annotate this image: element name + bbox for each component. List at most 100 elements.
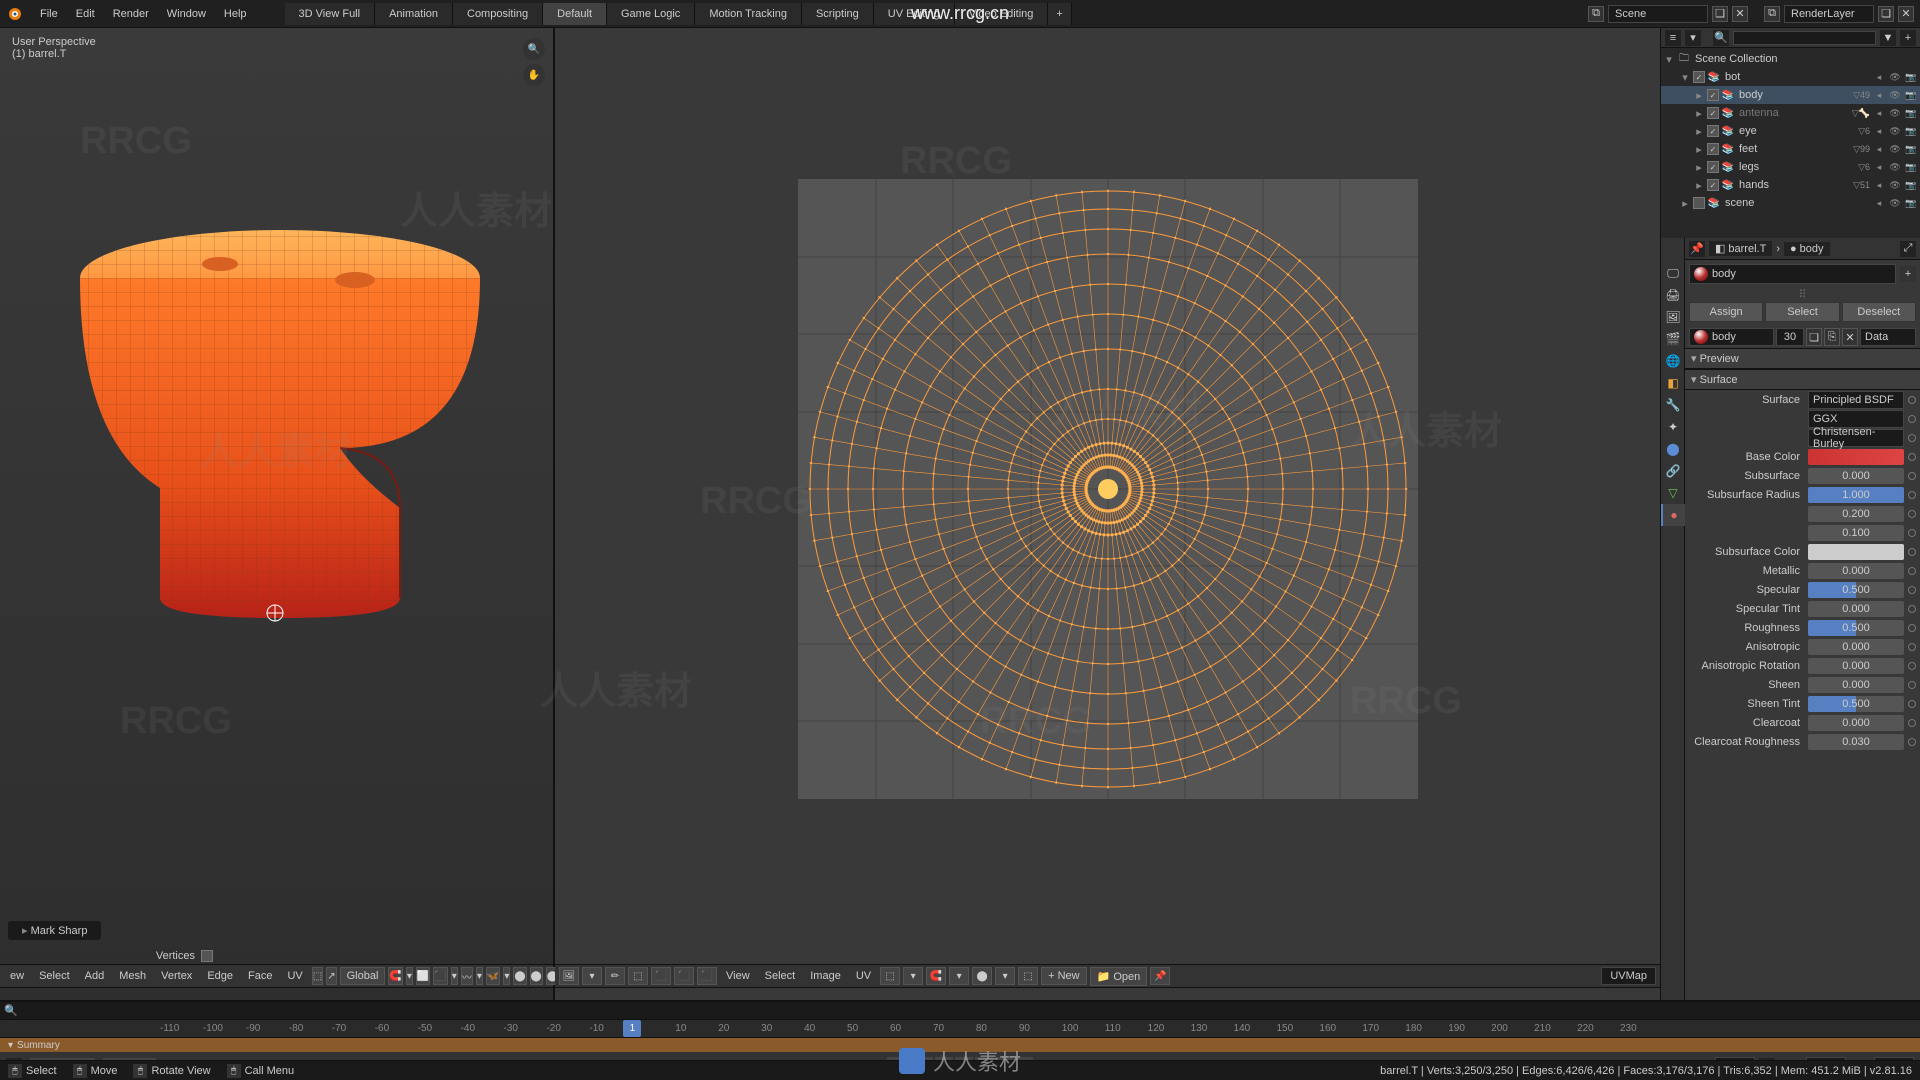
prop-field[interactable]: 0.030 [1808, 734, 1904, 750]
uv-tool2-icon-1[interactable]: ▾ [903, 967, 923, 985]
breadcrumb-material[interactable]: ● body [1784, 242, 1830, 256]
menu-edit[interactable]: Edit [68, 4, 103, 24]
prop-field[interactable]: 1.000 [1808, 487, 1904, 503]
breadcrumb-pin-icon[interactable]: 📌 [1689, 241, 1705, 257]
prop-field[interactable]: 0.000 [1808, 601, 1904, 617]
node-socket-icon[interactable] [1908, 510, 1916, 518]
outliner-filter-icon[interactable]: ▾ [1685, 30, 1701, 46]
uv-toolbar-icon-5[interactable]: ⬛ [674, 967, 694, 985]
tab-object-icon[interactable]: ◧ [1661, 372, 1685, 394]
vp-menu-face[interactable]: Face [242, 967, 278, 985]
panel-preview[interactable]: Preview [1685, 348, 1920, 369]
vp-toolbar-icon-3[interactable]: ⬛ [433, 967, 447, 985]
node-socket-icon[interactable] [1908, 719, 1916, 727]
workspace-game-logic[interactable]: Game Logic [607, 3, 695, 25]
vp-toolbar-icon-7[interactable]: 🦋 [486, 967, 500, 985]
uv-pin-icon[interactable]: 📌 [1150, 967, 1170, 985]
menu-help[interactable]: Help [216, 4, 255, 24]
node-socket-icon[interactable] [1908, 472, 1916, 480]
material-users[interactable]: 30 [1776, 328, 1804, 346]
node-socket-icon[interactable] [1908, 491, 1916, 499]
playhead[interactable]: 1 [623, 1020, 641, 1037]
tab-mesh-icon[interactable]: ▽ [1661, 482, 1685, 504]
vp-toolbar-icon-0[interactable]: 🧲 [388, 967, 402, 985]
transform-orient-icon[interactable]: ↗ [326, 967, 336, 985]
vp-toolbar-icon-1[interactable]: ▾ [406, 967, 413, 985]
tab-output-icon[interactable]: 🖨 [1661, 284, 1685, 306]
vp-toolbar-icon-2[interactable]: ⬜ [416, 967, 430, 985]
vp-menu-ew[interactable]: ew [4, 967, 30, 985]
node-socket-icon[interactable] [1908, 738, 1916, 746]
node-socket-icon[interactable] [1908, 643, 1916, 651]
node-socket-icon[interactable] [1908, 700, 1916, 708]
material-slot-list[interactable]: body [1689, 264, 1896, 284]
node-socket-icon[interactable] [1908, 415, 1916, 423]
deselect-button[interactable]: Deselect [1842, 302, 1916, 322]
prop-field[interactable]: 0.000 [1808, 677, 1904, 693]
node-socket-icon[interactable] [1908, 396, 1916, 404]
node-socket-icon[interactable] [1908, 586, 1916, 594]
gizmo-hand-icon[interactable]: ✋ [523, 64, 545, 86]
material-copy-icon[interactable]: ⎘ [1824, 328, 1840, 346]
uv-editor[interactable]: 🖼▾✏⬚⬛⬛⬛ViewSelectImageUV⬚▾🧲▾⬤▾⬚+ New📁 Op… [555, 28, 1660, 1000]
assign-button[interactable]: Assign [1689, 302, 1763, 322]
tab-scene-icon[interactable]: 🎬 [1661, 328, 1685, 350]
outliner-item-eye[interactable]: ▸✓📚eye▽6◂👁📷 [1661, 122, 1920, 140]
material-new-icon[interactable]: ❏ [1806, 328, 1822, 346]
node-socket-icon[interactable] [1908, 453, 1916, 461]
workspace-motion-tracking[interactable]: Motion Tracking [695, 3, 802, 25]
node-socket-icon[interactable] [1908, 567, 1916, 575]
prop-field[interactable]: 0.000 [1808, 639, 1904, 655]
outliner-item-antenna[interactable]: ▸✓📚antenna▽🦴◂👁📷 [1661, 104, 1920, 122]
uv-menu-select[interactable]: Select [759, 967, 802, 985]
uv-toolbar-icon-0[interactable]: 🖼 [559, 967, 579, 985]
tab-particle-icon[interactable]: ✦ [1661, 416, 1685, 438]
vp-toolbar-icon-5[interactable]: 〰 [461, 967, 473, 985]
outliner-item-bot[interactable]: ▾✓📚bot◂👁📷 [1661, 68, 1920, 86]
prop-field[interactable]: 0.000 [1808, 563, 1904, 579]
vp-menu-mesh[interactable]: Mesh [113, 967, 152, 985]
uv-tool2-icon-3[interactable]: ▾ [949, 967, 969, 985]
uv-tool2-icon-4[interactable]: ⬤ [972, 967, 992, 985]
vp-menu-vertex[interactable]: Vertex [155, 967, 198, 985]
workspace-compositing[interactable]: Compositing [453, 3, 543, 25]
uv-toolbar-icon-3[interactable]: ⬚ [628, 967, 648, 985]
vp-toolbar-icon-8[interactable]: ▾ [503, 967, 510, 985]
layer-browse-icon[interactable]: ⧉ [1764, 6, 1780, 22]
uv-tool2-icon-5[interactable]: ▾ [995, 967, 1015, 985]
node-socket-icon[interactable] [1908, 529, 1916, 537]
vp-toolbar-icon-10[interactable]: ⬤ [530, 967, 543, 985]
node-socket-icon[interactable] [1908, 605, 1916, 613]
material-unlink-icon[interactable]: ✕ [1842, 328, 1858, 346]
outliner-search-icon[interactable]: 🔍 [1713, 30, 1729, 46]
scene-browse-icon[interactable]: ⧉ [1588, 6, 1604, 22]
uv-tool2-icon-0[interactable]: ⬚ [880, 967, 900, 985]
outliner-search-input[interactable] [1733, 31, 1876, 45]
vp-toolbar-icon-4[interactable]: ▾ [451, 967, 458, 985]
menu-render[interactable]: Render [105, 4, 157, 24]
uv-toolbar-icon-2[interactable]: ✏ [605, 967, 625, 985]
workspace-default[interactable]: Default [543, 3, 607, 25]
workspace-scripting[interactable]: Scripting [802, 3, 874, 25]
prop-field[interactable]: 0.000 [1808, 658, 1904, 674]
orientation-dropdown[interactable]: Global [340, 967, 386, 985]
outliner-funnel-icon[interactable]: ▼ [1880, 30, 1896, 46]
open-button[interactable]: 📁 Open [1090, 967, 1148, 986]
node-socket-icon[interactable] [1908, 434, 1916, 442]
workspace-animation[interactable]: Animation [375, 3, 453, 25]
outliner-item-feet[interactable]: ▸✓📚feet▽99◂👁📷 [1661, 140, 1920, 158]
node-socket-icon[interactable] [1908, 681, 1916, 689]
prop-field[interactable]: 0.000 [1808, 468, 1904, 484]
prop-field[interactable]: 0.500 [1808, 582, 1904, 598]
scene-field[interactable]: Scene [1608, 5, 1708, 23]
uv-toolbar-icon-6[interactable]: ⬛ [697, 967, 717, 985]
tab-physics-icon[interactable]: ⬤ [1661, 438, 1685, 460]
layer-new-icon[interactable]: ❏ [1878, 6, 1894, 22]
breadcrumb-expand-icon[interactable]: ⤢ [1900, 241, 1916, 257]
timeline-ruler[interactable]: -110-100-90-80-70-60-50-40-30-20-1011020… [0, 1020, 1920, 1038]
scene-del-icon[interactable]: ✕ [1732, 6, 1748, 22]
prop-field[interactable]: 0.200 [1808, 506, 1904, 522]
workspace-add[interactable]: + [1048, 3, 1071, 25]
tab-constraint-icon[interactable]: 🔗 [1661, 460, 1685, 482]
node-socket-icon[interactable] [1908, 548, 1916, 556]
